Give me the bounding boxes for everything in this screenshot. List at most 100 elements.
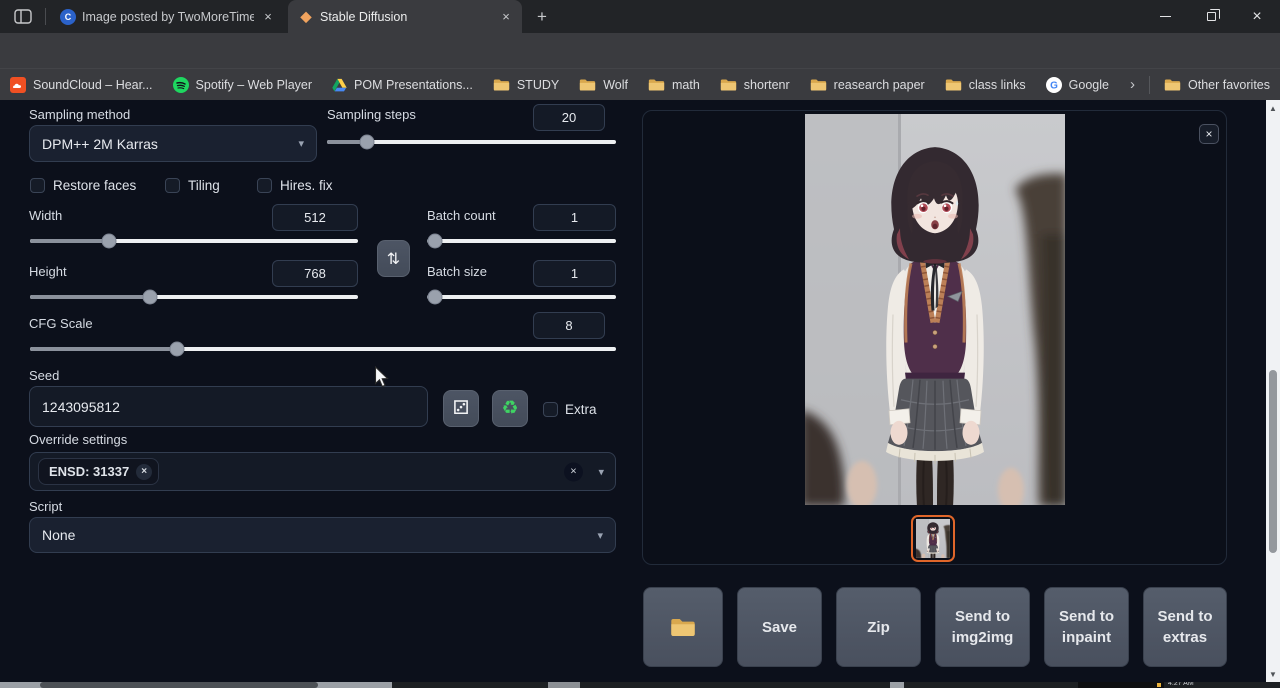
zip-button[interactable]: Zip <box>836 587 921 667</box>
save-button[interactable]: Save <box>737 587 822 667</box>
window-close-button[interactable]: × <box>1234 0 1280 33</box>
slider-handle[interactable] <box>101 234 116 249</box>
sampling-method-dropdown[interactable]: DPM++ 2M Karras ▾ <box>29 125 317 162</box>
cfg-scale-slider[interactable] <box>30 347 616 351</box>
bookmark-spotify[interactable]: Spotify – Web Player <box>173 77 313 93</box>
scrollbar-thumb[interactable] <box>1269 370 1277 553</box>
taskbar-item <box>890 682 904 688</box>
taskbar-clock: 4:27 AM <box>1168 682 1194 687</box>
scroll-down-icon[interactable]: ▼ <box>1266 667 1280 681</box>
swap-dimensions-button[interactable]: ⇅ <box>377 240 410 277</box>
bookmark-folder-wolf[interactable]: Wolf <box>579 78 628 92</box>
browser-window: C Image posted by TwoMoreTimes × ◆ Stabl… <box>0 0 1280 688</box>
slider-handle[interactable] <box>360 135 375 150</box>
tiling-checkbox[interactable] <box>165 178 180 193</box>
tab-workspaces-icon[interactable] <box>12 7 34 26</box>
folder-icon <box>493 78 510 92</box>
taskbar-item <box>1078 682 1164 688</box>
folder-icon <box>670 617 696 638</box>
script-dropdown[interactable]: None ▾ <box>29 517 616 553</box>
close-gallery-button[interactable]: × <box>1199 124 1219 144</box>
send-to-inpaint-button[interactable]: Send to inpaint <box>1044 587 1129 667</box>
tab-close-icon[interactable]: × <box>260 9 276 25</box>
reuse-seed-button[interactable]: ♻ <box>492 390 528 427</box>
bookmark-folder-study[interactable]: STUDY <box>493 78 559 92</box>
window-restore-button[interactable] <box>1188 0 1234 33</box>
window-minimize-button[interactable] <box>1142 0 1188 33</box>
batch-size-label: Batch size <box>427 264 487 279</box>
height-slider[interactable] <box>30 295 358 299</box>
bookmarks-overflow-chevron[interactable]: › <box>1130 76 1135 93</box>
batch-count-input[interactable]: 1 <box>533 204 616 231</box>
gradio-favicon: ◆ <box>298 9 314 25</box>
cfg-scale-label: CFG Scale <box>29 316 93 331</box>
tab-title: Stable Diffusion <box>320 10 492 24</box>
bottom-strip: 4:27 AM <box>0 682 1280 688</box>
slider-handle[interactable] <box>142 290 157 305</box>
mouse-cursor <box>374 366 389 388</box>
close-icon: × <box>1252 8 1261 26</box>
scroll-up-icon[interactable]: ▲ <box>1266 101 1280 115</box>
cfg-scale-input[interactable]: 8 <box>533 312 605 339</box>
minimize-icon <box>1160 16 1171 17</box>
batch-size-slider[interactable] <box>427 295 616 299</box>
slider-handle[interactable] <box>427 290 442 305</box>
restore-faces-checkbox[interactable] <box>30 178 45 193</box>
sampling-method-label: Sampling method <box>29 107 130 122</box>
slider-handle[interactable] <box>169 342 184 357</box>
send-to-extras-button[interactable]: Send to extras <box>1143 587 1227 667</box>
drive-icon <box>332 78 347 92</box>
tab-strip: C Image posted by TwoMoreTimes × ◆ Stabl… <box>0 0 1280 33</box>
tab-title: Image posted by TwoMoreTimes <box>82 10 254 24</box>
chevron-down-icon[interactable]: ▾ <box>598 465 604 478</box>
thumbnail-image <box>916 519 950 558</box>
folder-icon <box>648 78 665 92</box>
chevron-down-icon: ▾ <box>298 137 304 150</box>
random-seed-button[interactable]: ⚂ <box>443 390 479 427</box>
new-tab-button[interactable]: + <box>531 6 553 28</box>
bookmark-folder-math[interactable]: math <box>648 78 700 92</box>
bookmark-soundcloud[interactable]: SoundCloud – Hear... <box>10 77 153 93</box>
width-slider[interactable] <box>30 239 358 243</box>
bookmark-other-favorites[interactable]: Other favorites <box>1164 78 1270 92</box>
generated-image[interactable] <box>805 114 1065 505</box>
sampling-steps-input[interactable]: 20 <box>533 104 605 131</box>
width-input[interactable]: 512 <box>272 204 358 231</box>
tab-civitai[interactable]: C Image posted by TwoMoreTimes × <box>50 0 284 33</box>
slider-handle[interactable] <box>427 234 442 249</box>
gallery-thumbnail[interactable] <box>911 515 955 562</box>
tab-close-icon[interactable]: × <box>498 9 514 25</box>
taskbar-notification-icon <box>1157 683 1161 687</box>
height-label: Height <box>29 264 67 279</box>
height-input[interactable]: 768 <box>272 260 358 287</box>
vertical-scrollbar[interactable]: ▲ ▼ <box>1266 100 1280 682</box>
horizontal-scrollbar-thumb[interactable] <box>40 682 318 688</box>
remove-chip-icon[interactable]: × <box>136 464 152 480</box>
bookmark-google[interactable]: G Google <box>1046 77 1109 93</box>
restore-icon <box>1207 12 1216 21</box>
bookmark-pom-presentations[interactable]: POM Presentations... <box>332 78 473 92</box>
bookmark-folder-research-paper[interactable]: reasearch paper <box>810 78 925 92</box>
batch-count-slider[interactable] <box>427 239 616 243</box>
override-chip[interactable]: ENSD: 31337 × <box>38 458 159 485</box>
send-to-img2img-button[interactable]: Send to img2img <box>935 587 1030 667</box>
seed-input[interactable]: 1243095812 <box>29 386 428 427</box>
batch-size-input[interactable]: 1 <box>533 260 616 287</box>
sampling-steps-slider[interactable] <box>327 140 616 144</box>
dice-icon: ⚂ <box>453 397 470 420</box>
hires-fix-checkbox[interactable] <box>257 178 272 193</box>
bookmark-folder-shortenr[interactable]: shortenr <box>720 78 790 92</box>
open-folder-button[interactable] <box>643 587 723 667</box>
folder-icon <box>1164 78 1181 92</box>
script-label: Script <box>29 499 62 514</box>
extra-seed-label: Extra <box>565 402 597 417</box>
tab-stable-diffusion[interactable]: ◆ Stable Diffusion × <box>288 0 522 33</box>
bookmarks-divider <box>1149 76 1150 94</box>
swap-icon: ⇅ <box>387 249 400 269</box>
clear-all-icon[interactable]: × <box>564 462 583 481</box>
bookmark-folder-class-links[interactable]: class links <box>945 78 1026 92</box>
override-settings-field[interactable]: ENSD: 31337 × × ▾ <box>29 452 616 491</box>
extra-seed-checkbox[interactable] <box>543 402 558 417</box>
seed-label: Seed <box>29 368 59 383</box>
tab-separator <box>45 8 46 25</box>
